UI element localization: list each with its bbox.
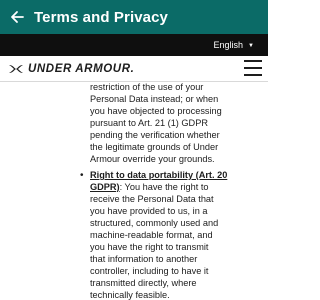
menu-button[interactable] bbox=[244, 60, 262, 76]
text-line: transmitted directly, where bbox=[90, 278, 197, 288]
under-armour-logo-icon bbox=[9, 65, 23, 73]
text-line: that information to another bbox=[90, 254, 198, 264]
text-line: technically feasible. bbox=[90, 290, 170, 300]
text-line: you have objected to processing bbox=[90, 106, 222, 116]
item-title: Right to data portability (Art. 20 bbox=[90, 170, 265, 182]
text-line: GDPR): You have the right to bbox=[90, 182, 265, 194]
hamburger-icon-line bbox=[244, 60, 262, 62]
text-line: you have provided to us, in a bbox=[90, 206, 208, 216]
app-bar: Terms and Privacy bbox=[0, 0, 268, 34]
hamburger-icon-line bbox=[244, 74, 262, 76]
text-line: pending the verification whether bbox=[90, 130, 220, 140]
hamburger-icon-line bbox=[244, 67, 262, 69]
language-label: English bbox=[213, 40, 244, 50]
back-button[interactable] bbox=[0, 0, 34, 34]
language-selector[interactable]: English ▼ bbox=[214, 40, 254, 50]
item-title-line1: Right to data portability (Art. 20 bbox=[90, 170, 228, 180]
text-line: structured, commonly used and bbox=[90, 218, 219, 228]
text-line: Armour override your grounds. bbox=[90, 154, 215, 164]
text-line: pursuant to Art. 21 (1) GDPR bbox=[90, 118, 208, 128]
text-line: restriction of the use of your bbox=[90, 82, 204, 92]
text-line: the legitimate grounds of Under bbox=[90, 142, 219, 152]
item-title-line2: GDPR) bbox=[90, 182, 120, 192]
text-line: machine-readable format, and bbox=[90, 230, 213, 240]
brand-wordmark: UNDER ARMOUR. bbox=[28, 63, 135, 75]
text-line: Personal Data instead; or when bbox=[90, 94, 219, 104]
text-line: receive the Personal Data that bbox=[90, 194, 214, 204]
item-text-start: : You have the right to bbox=[119, 182, 209, 192]
page-title: Terms and Privacy bbox=[34, 8, 168, 26]
bullet-icon: • bbox=[80, 170, 84, 181]
text-line: controller, including to have it bbox=[90, 266, 209, 276]
terms-content: restriction of the use of your Personal … bbox=[0, 82, 268, 300]
language-bar: English ▼ bbox=[0, 34, 268, 56]
caret-down-icon: ▼ bbox=[248, 43, 254, 49]
text-line: you have the right to transmit bbox=[90, 242, 209, 252]
brand-logo[interactable]: UNDER ARMOUR. bbox=[8, 62, 134, 76]
brand-bar: UNDER ARMOUR. bbox=[0, 56, 268, 82]
arrow-left-icon bbox=[11, 11, 24, 23]
